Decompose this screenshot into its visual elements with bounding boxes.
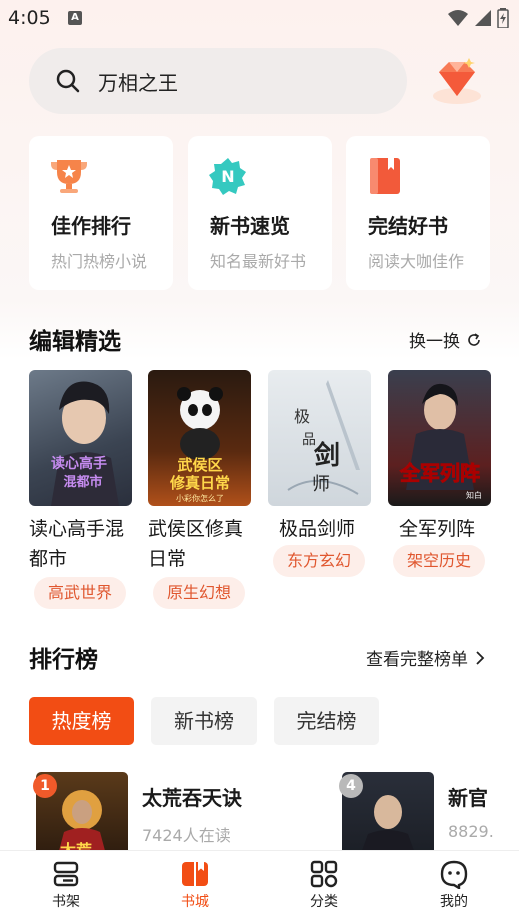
tab-new[interactable]: 新书榜 — [151, 697, 257, 745]
gem-vip-icon[interactable] — [427, 54, 487, 106]
nav-label: 书城 — [181, 894, 209, 910]
profile-icon — [440, 860, 468, 889]
svg-text:师: 师 — [312, 474, 330, 495]
book-cover: 读心高手 混都市 — [29, 370, 132, 506]
refresh-label: 换一换 — [409, 332, 460, 352]
book-cover: 全军列阵 知白 — [388, 370, 491, 506]
book-icon — [370, 158, 400, 194]
book-title: 武侯区修真日常 — [148, 518, 244, 570]
tab-completed[interactable]: 完结榜 — [274, 697, 379, 745]
chevron-right-icon — [476, 650, 485, 665]
nav-label: 分类 — [310, 894, 338, 910]
book-tag[interactable]: 架空历史 — [393, 545, 485, 577]
ranking-list-item[interactable]: 太荒 1 太荒吞天诀 7424人在读 — [33, 772, 296, 862]
search-input[interactable]: 万相之王 — [98, 67, 178, 96]
svg-text:修真日常: 修真日常 — [169, 474, 230, 492]
tab-hot[interactable]: 热度榜 — [29, 697, 134, 745]
quick-card-rankings[interactable]: 佳作排行 热门热榜小说 — [29, 136, 173, 290]
quick-card-subtitle: 阅读大咖佳作 — [368, 252, 465, 271]
bookshelf-icon — [53, 861, 79, 887]
book-tag[interactable]: 东方玄幻 — [273, 545, 365, 577]
cover-art: 全军列阵 知白 — [399, 383, 482, 500]
cover-art: 极 品 剑 师 — [287, 380, 360, 495]
new-badge-icon: N — [209, 158, 246, 195]
cover-author: 小彩你怎么了 — [176, 493, 224, 503]
search-box[interactable]: 万相之王 — [29, 48, 407, 114]
quick-card-completed[interactable]: 完结好书 阅读大咖佳作 — [346, 136, 490, 290]
rank-book-title: 太荒吞天诀 — [142, 786, 242, 810]
nav-bookshelf[interactable]: 书架 — [26, 859, 106, 911]
book-card[interactable]: 极 品 剑 师 极品剑师 — [268, 370, 371, 540]
bottom-nav: 书架 书城 分类 我的 — [0, 850, 519, 922]
book-card[interactable]: 全军列阵 知白 全军列阵 — [388, 370, 491, 540]
quick-card-new-books[interactable]: N 新书速览 知名最新好书 — [188, 136, 332, 290]
book-tag[interactable]: 高武世界 — [34, 577, 126, 609]
book-cover: 极 品 剑 师 — [268, 370, 371, 506]
svg-text:读心高手: 读心高手 — [51, 455, 107, 472]
nav-category[interactable]: 分类 — [284, 859, 364, 911]
book-title: 全军列阵 — [399, 518, 476, 540]
cover-art: 武侯区 修真日常 小彩你怎么了 — [169, 387, 230, 503]
quick-card-title: 新书速览 — [210, 214, 290, 238]
book-title: 读心高手混都市 — [29, 518, 125, 570]
editor-picks-title: 编辑精选 — [29, 329, 121, 355]
nav-label: 我的 — [440, 894, 468, 910]
quick-card-subtitle: 知名最新好书 — [210, 252, 307, 271]
trophy-icon — [51, 160, 87, 193]
category-icon — [310, 860, 338, 888]
view-all-label: 查看完整榜单 — [366, 650, 468, 670]
svg-text:全军列阵: 全军列阵 — [399, 461, 480, 485]
signal-icon — [475, 10, 491, 26]
cover-art: 读心高手 混都市 — [51, 381, 119, 506]
view-all-rankings-link[interactable]: 查看完整榜单 — [366, 645, 486, 670]
nav-bookstore[interactable]: 书城 — [155, 859, 235, 911]
book-title: 极品剑师 — [279, 518, 356, 540]
status-time: 4:05 — [8, 7, 51, 29]
new-badge-letter: N — [221, 167, 234, 186]
bookstore-icon — [182, 862, 208, 886]
rankings-title: 排行榜 — [29, 647, 98, 673]
rank-reads: 7424人在读 — [142, 826, 231, 845]
ranking-list-item[interactable]: 4 新官 8829. — [339, 772, 519, 862]
rank-reads: 8829. — [448, 822, 494, 841]
nav-profile[interactable]: 我的 — [414, 859, 494, 911]
rank-book-title: 新官 — [448, 786, 488, 810]
rank-badge: 4 — [339, 774, 363, 798]
battery-icon — [497, 8, 509, 28]
notification-icon: A — [68, 11, 82, 25]
svg-text:混都市: 混都市 — [63, 474, 102, 490]
status-bar: 4:05 A — [0, 0, 519, 36]
refresh-icon — [468, 332, 480, 346]
svg-text:极: 极 — [294, 407, 310, 426]
svg-text:剑: 剑 — [314, 440, 340, 471]
nav-label: 书架 — [52, 894, 80, 910]
book-cover: 武侯区 修真日常 小彩你怎么了 — [148, 370, 251, 506]
book-card[interactable]: 武侯区 修真日常 小彩你怎么了 武侯区修真日常 — [148, 370, 251, 570]
quick-card-subtitle: 热门热榜小说 — [51, 252, 148, 271]
book-tag[interactable]: 原生幻想 — [153, 577, 245, 609]
book-card[interactable]: 读心高手 混都市 读心高手混都市 — [29, 370, 132, 570]
cover-author: 知白 — [466, 490, 482, 500]
wifi-icon — [448, 10, 468, 26]
quick-card-title: 佳作排行 — [51, 214, 131, 238]
refresh-button[interactable]: 换一换 — [409, 327, 482, 352]
svg-text:武侯区: 武侯区 — [177, 456, 222, 474]
rank-badge: 1 — [33, 774, 57, 798]
quick-card-title: 完结好书 — [368, 214, 448, 238]
search-icon — [56, 69, 80, 93]
status-icons — [447, 8, 509, 28]
